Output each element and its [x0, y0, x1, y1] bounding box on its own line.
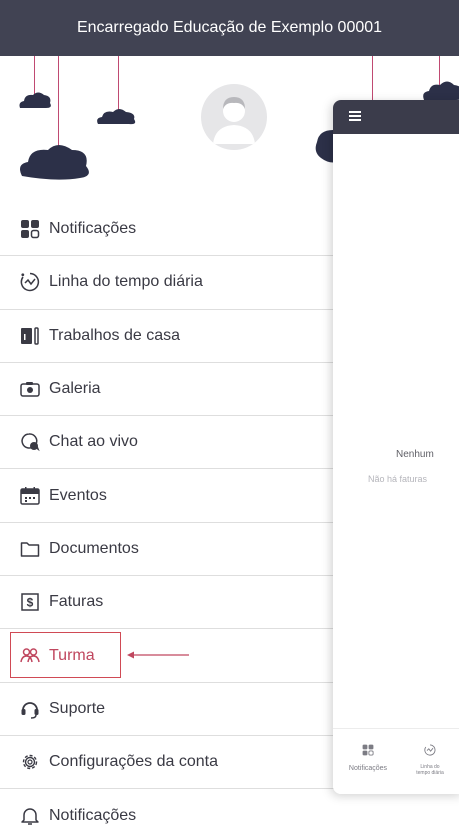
gear-icon: [19, 751, 41, 773]
menu-item-label: Notificações: [49, 220, 137, 238]
empty-state-subtitle: Não há faturas: [368, 474, 428, 484]
menu-item-account-settings[interactable]: Configurações da conta: [0, 736, 340, 790]
menu-item-label: Configurações da conta: [49, 753, 218, 771]
cloud-string: [118, 56, 119, 112]
menu-item-support[interactable]: Suporte: [0, 683, 340, 736]
hamburger-menu-icon[interactable]: [349, 108, 361, 126]
chat-icon: [19, 431, 41, 453]
menu-item-gallery[interactable]: Galeria: [0, 363, 340, 417]
bell-icon: [19, 805, 41, 827]
pointer-arrow-icon: [127, 651, 189, 659]
menu-item-label: Documentos: [49, 539, 139, 557]
user-silhouette-icon: [213, 97, 255, 144]
menu-item-label: Linha do tempo diária: [49, 273, 203, 291]
menu-item-events[interactable]: Eventos: [0, 469, 340, 523]
cloud-icon: [19, 92, 51, 108]
camera-icon: [19, 378, 41, 400]
homework-icon: [19, 325, 41, 347]
invoice-icon: $: [19, 591, 41, 613]
menu-item-label: Faturas: [49, 593, 104, 611]
menu-item-label: Trabalhos de casa: [49, 326, 181, 344]
side-menu: Notificações Linha do tempo diária Traba…: [0, 203, 340, 838]
menu-item-label: Galeria: [49, 380, 101, 398]
app-preview-panel: Nenhum Não há faturas Notificações Linha…: [333, 100, 459, 794]
tab-daily-timeline[interactable]: Linha do tempo diária: [413, 743, 447, 776]
cloud-string: [58, 56, 59, 152]
daily-timeline-icon: [19, 271, 41, 293]
svg-text:$: $: [27, 596, 34, 610]
menu-item-invoices[interactable]: $ Faturas: [0, 576, 340, 630]
menu-item-label: Eventos: [49, 486, 107, 504]
menu-item-documents[interactable]: Documentos: [0, 523, 340, 577]
notifications-grid-icon: [19, 218, 41, 240]
cloud-icon: [20, 145, 89, 180]
menu-item-homework[interactable]: Trabalhos de casa: [0, 310, 340, 363]
menu-item-label: Suporte: [49, 699, 106, 717]
menu-item-live-chat[interactable]: Chat ao vivo: [0, 416, 340, 470]
app-preview-header: [333, 100, 459, 134]
menu-item-notification-settings[interactable]: Notificações: [0, 789, 340, 838]
guardian-name: Encarregado Educação de Exemplo 00001: [76, 19, 383, 36]
top-bar: Encarregado Educação de Exemplo 00001: [0, 0, 459, 56]
headset-icon: [19, 698, 41, 720]
tab-label: Notificações: [348, 765, 388, 772]
menu-item-notifications[interactable]: Notificações: [0, 203, 340, 257]
bottom-tab-bar: Notificações Linha do tempo diária: [333, 728, 459, 794]
menu-item-daily-timeline[interactable]: Linha do tempo diária: [0, 256, 340, 310]
calendar-icon: [19, 485, 41, 507]
avatar[interactable]: [201, 84, 267, 150]
empty-state-title: Nenhum: [396, 449, 434, 460]
menu-item-label: Chat ao vivo: [49, 433, 138, 451]
cloud-icon: [97, 109, 136, 125]
tab-label: Linha do tempo diária: [416, 764, 444, 776]
folder-icon: [19, 538, 41, 560]
menu-item-label: Notificações: [49, 806, 137, 824]
notifications-grid-icon: [362, 744, 374, 756]
daily-timeline-icon: [424, 744, 436, 756]
cloud-string: [372, 56, 373, 102]
tab-notifications[interactable]: Notificações: [333, 743, 403, 772]
highlight-box: [10, 632, 121, 678]
